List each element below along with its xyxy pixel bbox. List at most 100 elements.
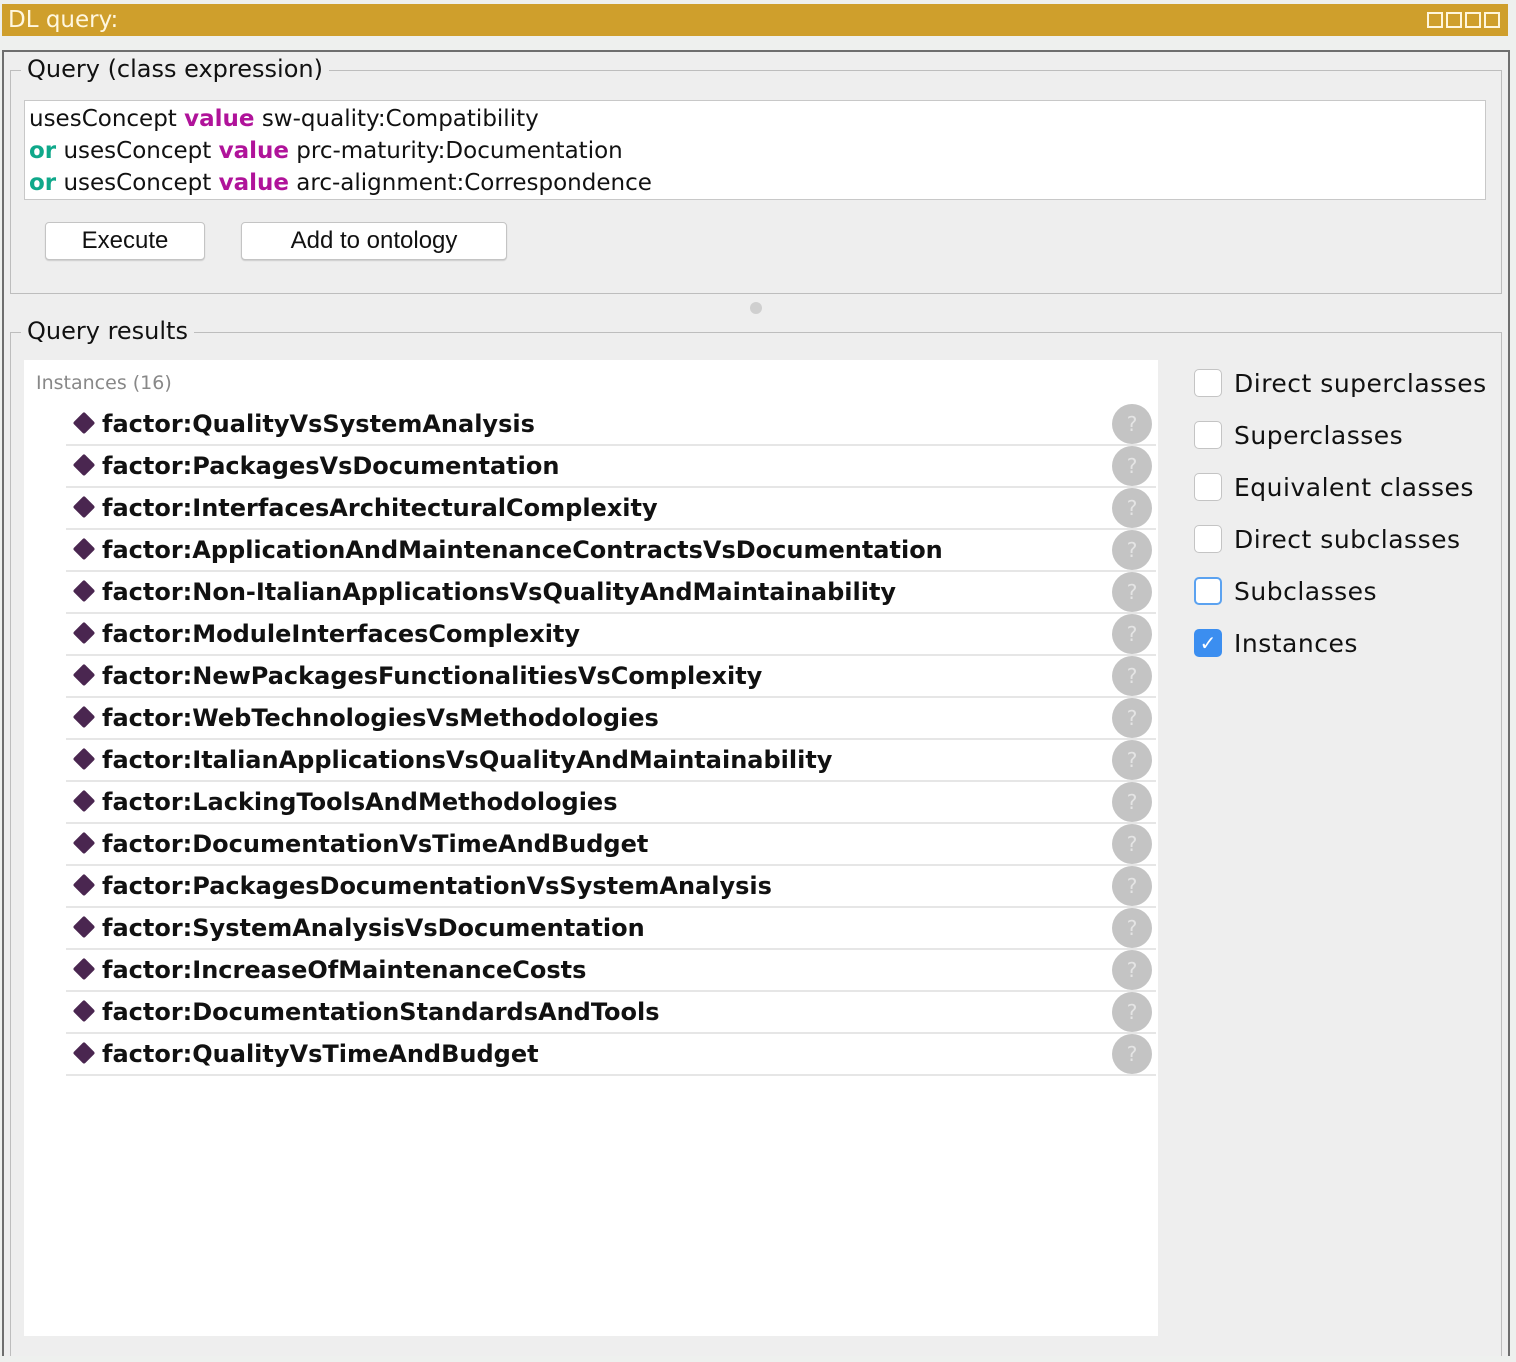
individual-name: factor:DocumentationVsTimeAndBudget [102,830,649,858]
property-text: usesConcept [56,138,219,164]
individual-icon [72,495,96,519]
result-row[interactable]: factor:ModuleInterfacesComplexity? [66,614,1156,656]
checkbox[interactable] [1194,421,1222,449]
individual-name: factor:ItalianApplicationsVsQualityAndMa… [102,746,833,774]
individual-icon [72,957,96,981]
result-row[interactable]: factor:DocumentationVsTimeAndBudget? [66,824,1156,866]
individual-name: factor:LackingToolsAndMethodologies [102,788,618,816]
value-keyword: value [218,170,289,196]
query-line: usesConcept value sw-quality:Compatibili… [29,103,1481,135]
result-row[interactable]: factor:SystemAnalysisVsDocumentation? [66,908,1156,950]
query-legend: Query (class expression) [21,55,329,83]
help-icon[interactable]: ? [1112,1034,1152,1074]
option-subclasses[interactable]: Subclasses [1194,576,1377,606]
individual-name: factor:Non-ItalianApplicationsVsQualityA… [102,578,897,606]
result-row[interactable]: factor:IncreaseOfMaintenanceCosts? [66,950,1156,992]
individual-name: factor:PackagesDocumentationVsSystemAnal… [102,872,772,900]
result-row[interactable]: factor:ApplicationAndMaintenanceContract… [66,530,1156,572]
help-icon[interactable]: ? [1112,656,1152,696]
add-to-ontology-button[interactable]: Add to ontology [241,222,507,260]
help-icon[interactable]: ? [1112,950,1152,990]
individual-icon [72,537,96,561]
execute-button[interactable]: Execute [45,222,205,260]
checkbox[interactable] [1194,525,1222,553]
help-icon[interactable]: ? [1112,572,1152,612]
individual-icon [72,453,96,477]
option-label: Direct subclasses [1234,524,1461,554]
result-row[interactable]: factor:QualityVsSystemAnalysis? [66,404,1156,446]
individual-icon [72,999,96,1023]
option-superclasses[interactable]: Superclasses [1194,420,1403,450]
option-label: Superclasses [1234,420,1404,450]
option-label: Equivalent classes [1234,472,1474,502]
help-icon[interactable]: ? [1112,992,1152,1032]
class-expression-editor[interactable]: usesConcept value sw-quality:Compatibili… [24,100,1486,200]
individual-icon [72,747,96,771]
result-row[interactable]: factor:QualityVsTimeAndBudget? [66,1034,1156,1076]
results-list: Instances (16) factor:QualityVsSystemAna… [24,360,1158,1336]
result-row[interactable]: factor:DocumentationStandardsAndTools? [66,992,1156,1034]
value-keyword: value [184,106,255,132]
result-row[interactable]: factor:WebTechnologiesVsMethodologies? [66,698,1156,740]
minimize-icon[interactable] [1446,12,1462,28]
help-icon[interactable]: ? [1112,488,1152,528]
individual-name: factor:QualityVsSystemAnalysis [102,410,535,438]
result-row[interactable]: factor:ItalianApplicationsVsQualityAndMa… [66,740,1156,782]
option-direct-subclasses[interactable]: Direct subclasses [1194,524,1461,554]
value-keyword: value [218,138,289,164]
individual-icon [72,915,96,939]
individual-name: factor:DocumentationStandardsAndTools [102,998,660,1026]
result-row[interactable]: factor:PackagesDocumentationVsSystemAnal… [66,866,1156,908]
individual-name: factor:InterfacesArchitecturalComplexity [102,494,658,522]
split-view-icon[interactable] [1427,12,1443,28]
help-icon[interactable]: ? [1112,698,1152,738]
individual-icon [72,1041,96,1065]
checkbox[interactable] [1194,369,1222,397]
help-icon[interactable]: ? [1112,404,1152,444]
result-row[interactable]: factor:LackingToolsAndMethodologies? [66,782,1156,824]
splitter-handle[interactable] [750,302,762,314]
individual-icon [72,789,96,813]
or-keyword: or [29,170,57,196]
individual-name: factor:QualityVsTimeAndBudget [102,1040,539,1068]
result-row[interactable]: factor:PackagesVsDocumentation? [66,446,1156,488]
help-icon[interactable]: ? [1112,782,1152,822]
help-icon[interactable]: ? [1112,866,1152,906]
help-icon[interactable]: ? [1112,446,1152,486]
results-count-title: Instances (16) [36,372,172,394]
individual-name: factor:NewPackagesFunctionalitiesVsCompl… [102,662,763,690]
individual-icon [72,705,96,729]
option-equivalent-classes[interactable]: Equivalent classes [1194,472,1474,502]
checkbox[interactable] [1194,577,1222,605]
help-icon[interactable]: ? [1112,530,1152,570]
maximize-icon[interactable] [1465,12,1481,28]
result-row[interactable]: factor:NewPackagesFunctionalitiesVsCompl… [66,656,1156,698]
view-title: DL query: [8,7,119,33]
option-instances[interactable]: ✓ Instances [1194,628,1358,658]
option-label: Direct superclasses [1234,368,1487,398]
individual-icon [72,579,96,603]
property-text: usesConcept [29,106,185,132]
help-icon[interactable]: ? [1112,824,1152,864]
help-icon[interactable]: ? [1112,614,1152,654]
query-line: or usesConcept value prc-maturity:Docume… [29,135,1481,167]
individual-name: factor:PackagesVsDocumentation [102,452,560,480]
individual-text: arc-alignment:Correspondence [288,170,652,196]
result-row[interactable]: factor:InterfacesArchitecturalComplexity… [66,488,1156,530]
checkbox[interactable] [1194,473,1222,501]
individual-name: factor:ModuleInterfacesComplexity [102,620,581,648]
individual-icon [72,831,96,855]
checkbox[interactable]: ✓ [1194,629,1222,657]
or-keyword: or [29,138,57,164]
individual-icon [72,621,96,645]
individual-name: factor:WebTechnologiesVsMethodologies [102,704,659,732]
option-label: Subclasses [1234,576,1378,606]
close-icon[interactable] [1484,12,1500,28]
individual-name: factor:SystemAnalysisVsDocumentation [102,914,645,942]
result-row[interactable]: factor:Non-ItalianApplicationsVsQualityA… [66,572,1156,614]
help-icon[interactable]: ? [1112,908,1152,948]
query-line: or usesConcept value arc-alignment:Corre… [29,167,1481,199]
option-direct-superclasses[interactable]: Direct superclasses [1194,368,1487,398]
help-icon[interactable]: ? [1112,740,1152,780]
property-text: usesConcept [56,170,219,196]
